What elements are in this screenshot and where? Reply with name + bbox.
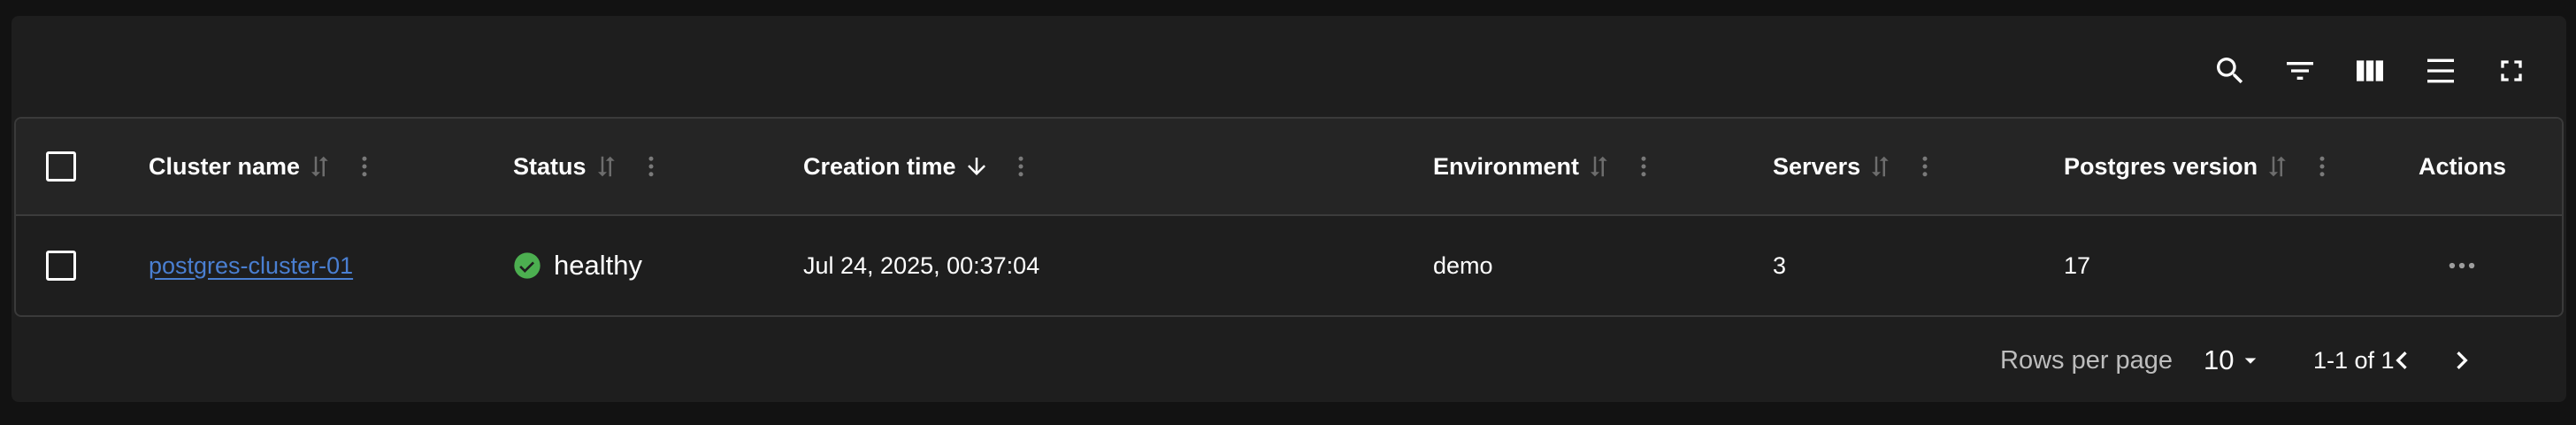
sort-icon[interactable]: [2265, 153, 2291, 180]
table-container: Cluster name Status Creation time Enviro…: [12, 16, 2566, 402]
creation-time-cell: Jul 24, 2025, 00:37:04: [803, 216, 1039, 315]
column-label: Creation time: [803, 152, 956, 180]
column-menu-icon[interactable]: [1008, 153, 1034, 180]
fullscreen-icon: [2501, 60, 2522, 81]
select-all-cell: [46, 119, 76, 214]
more-horizontal-icon: [2449, 262, 2475, 269]
search-icon: [2217, 58, 2243, 84]
column-header-creation-time[interactable]: Creation time: [803, 119, 1034, 214]
column-header-status[interactable]: Status: [513, 119, 664, 214]
row-select-cell: [46, 216, 76, 315]
column-label: Postgres version: [2064, 152, 2258, 180]
table-header: Cluster name Status Creation time Enviro…: [16, 119, 2562, 216]
select-all-checkbox[interactable]: [46, 151, 76, 182]
filter-button[interactable]: [2275, 46, 2325, 96]
table-toolbar: [12, 16, 2566, 117]
column-label: Environment: [1433, 152, 1580, 180]
sort-icon[interactable]: [594, 153, 620, 180]
column-header-cluster-name[interactable]: Cluster name: [149, 119, 378, 214]
previous-page-button[interactable]: [2377, 336, 2426, 385]
cluster-name-cell: postgres-cluster-01: [149, 216, 353, 315]
column-menu-icon[interactable]: [351, 153, 378, 180]
row-actions-button[interactable]: [2445, 216, 2479, 315]
postgres-version-cell: 17: [2064, 216, 2090, 315]
servers-value: 3: [1773, 251, 1787, 279]
column-label: Servers: [1773, 152, 1861, 180]
column-header-servers[interactable]: Servers: [1773, 119, 1938, 214]
column-label: Status: [513, 152, 586, 180]
pagination: Rows per page 10 1-1 of 1: [12, 321, 2566, 400]
rows-per-page-label: Rows per page: [2000, 345, 2174, 375]
search-button[interactable]: [2205, 46, 2255, 96]
density-icon: [2427, 58, 2454, 83]
density-button[interactable]: [2416, 46, 2465, 96]
check-circle-icon: [514, 252, 540, 279]
column-menu-icon[interactable]: [1630, 153, 1657, 180]
sort-icon[interactable]: [1586, 153, 1613, 180]
sort-icon[interactable]: [1867, 153, 1894, 180]
clusters-table: Cluster name Status Creation time Enviro…: [14, 117, 2564, 317]
cluster-name-link[interactable]: postgres-cluster-01: [149, 252, 353, 280]
rows-per-page-select[interactable]: 10: [2204, 321, 2264, 400]
status-cell: healthy: [513, 216, 642, 315]
columns-icon: [2357, 60, 2383, 81]
environment-cell: demo: [1433, 216, 1493, 315]
sort-icon[interactable]: [307, 153, 334, 180]
fullscreen-button[interactable]: [2487, 46, 2536, 96]
column-menu-icon[interactable]: [1912, 153, 1938, 180]
columns-button[interactable]: [2345, 46, 2395, 96]
column-menu-icon[interactable]: [2309, 153, 2335, 180]
column-header-environment[interactable]: Environment: [1433, 119, 1657, 214]
row-checkbox[interactable]: [46, 251, 76, 281]
sort-desc-icon[interactable]: [963, 153, 990, 180]
environment-value: demo: [1433, 251, 1493, 279]
column-label: Actions: [2419, 152, 2507, 180]
creation-time-value: Jul 24, 2025, 00:37:04: [803, 251, 1040, 279]
status-badge: healthy: [554, 250, 642, 281]
column-header-actions: Actions: [2419, 119, 2506, 214]
next-page-button[interactable]: [2437, 336, 2487, 385]
table-row[interactable]: postgres-cluster-01 healthy Jul 24, 2025…: [16, 216, 2562, 315]
dropdown-arrow-icon: [2245, 358, 2257, 364]
servers-cell: 3: [1773, 216, 1786, 315]
rows-per-page-value: 10: [2204, 344, 2235, 375]
chevron-right-icon: [2457, 352, 2468, 369]
column-header-postgres-version[interactable]: Postgres version: [2064, 119, 2335, 214]
chevron-left-icon: [2396, 352, 2407, 369]
column-label: Cluster name: [149, 152, 301, 180]
filter-icon: [2287, 62, 2313, 80]
column-menu-icon[interactable]: [638, 153, 664, 180]
postgres-version-value: 17: [2064, 251, 2091, 279]
